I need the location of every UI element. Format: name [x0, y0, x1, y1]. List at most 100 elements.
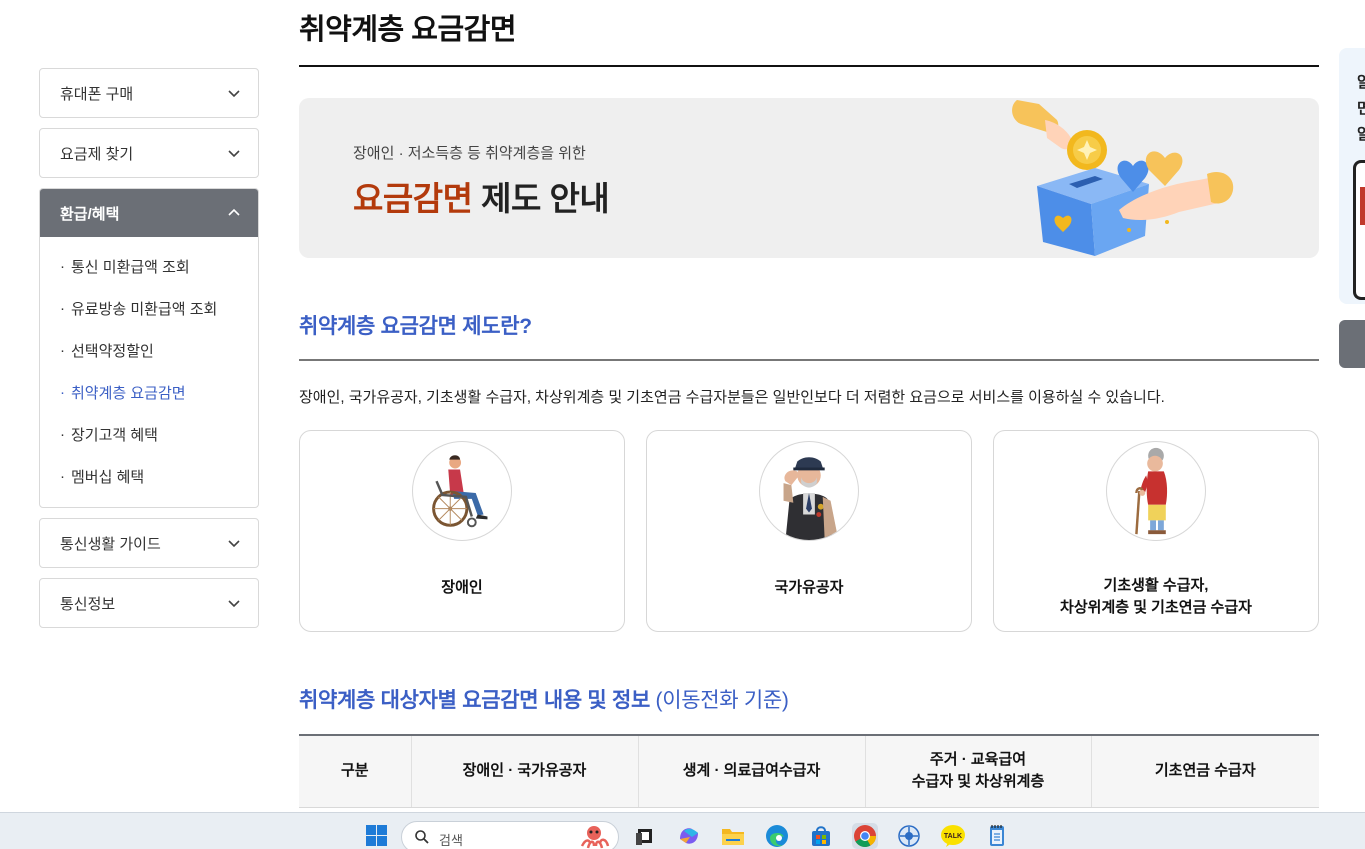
hero-banner: 장애인 · 저소득층 등 취약계층을 위한 요금감면 제도 안내	[299, 98, 1319, 258]
task-view-icon[interactable]	[632, 823, 658, 849]
kakaotalk-icon[interactable]: TALK	[940, 823, 966, 849]
sidebar-menu-label: 요금제 찾기	[60, 145, 134, 163]
sidebar-item-longterm-benefit[interactable]: · 장기고객 혜택	[40, 413, 258, 455]
sidebar-menu-label: 휴대폰 구매	[60, 85, 134, 103]
sidebar-menu-label: 통신정보	[60, 595, 116, 613]
section-title-main: 취약계층 대상자별 요금감면 내용 및 정보	[299, 689, 651, 712]
discount-table: 구분 장애인 · 국가유공자 생계 · 의료급여수급자 주거 · 교육급여수급자…	[299, 734, 1319, 808]
sidebar-menu-header-active[interactable]: 환급/혜택	[40, 189, 258, 237]
chrome-browser-icon[interactable]	[852, 823, 878, 849]
elderly-with-cane-icon	[1106, 441, 1206, 541]
copilot-icon[interactable]	[676, 823, 702, 849]
sidebar-menu-header[interactable]: 요금제 찾기	[40, 129, 258, 177]
os-taskbar: 검색 TALK	[0, 812, 1365, 849]
sidebar-menu-header[interactable]: 휴대폰 구매	[40, 69, 258, 117]
card-basic-livelihood: 기초생활 수급자, 차상위계층 및 기초연금 수급자	[993, 430, 1319, 632]
sidebar-item-vulnerable-discount[interactable]: · 취약계층 요금감면	[40, 371, 258, 413]
chevron-up-icon	[228, 208, 240, 216]
table-header-row: 구분 장애인 · 국가유공자 생계 · 의료급여수급자 주거 · 교육급여수급자…	[299, 734, 1319, 808]
edge-browser-icon[interactable]	[764, 823, 790, 849]
hero-title-highlight: 요금감면	[353, 180, 473, 217]
header-text: 구분	[340, 762, 369, 780]
sidebar-item-label: 장기고객 혜택	[71, 426, 158, 444]
bullet: ·	[60, 383, 65, 401]
sidebar-item-label: 멤버십 혜택	[71, 468, 145, 486]
sidebar-item-contract-discount[interactable]: · 선택약정할인	[40, 329, 258, 371]
card-disabled: 장애인	[299, 430, 625, 632]
table-header-cell: 장애인 · 국가유공자	[411, 734, 639, 808]
sidebar-menu-telecom-info: 통신정보	[39, 578, 259, 628]
sidebar-menu-refund-benefit: 환급/혜택 · 통신 미환급액 조회 · 유료방송 미환급액 조회 · 선택약정할인 …	[39, 188, 259, 508]
svg-text:TALK: TALK	[944, 833, 962, 840]
table-header-cell: 생계 · 의료급여수급자	[638, 734, 866, 808]
sidebar-menu-header[interactable]: 통신생활 가이드	[40, 519, 258, 567]
chevron-down-icon	[228, 600, 240, 608]
bullet: ·	[60, 467, 65, 485]
table-header-cell: 주거 · 교육급여수급자 및 차상위계층	[865, 734, 1092, 808]
section-title-note: (이동전화 기준)	[650, 689, 789, 712]
table-header-cell: 구분	[299, 734, 412, 808]
header-text: 기초연금 수급자	[1154, 762, 1256, 780]
sidebar-item-label: 유료방송 미환급액 조회	[71, 300, 218, 318]
header-text: 장애인 · 국가유공자	[462, 762, 587, 780]
search-placeholder: 검색	[439, 833, 463, 848]
bullet: ·	[60, 425, 65, 443]
search-icon	[415, 830, 429, 844]
floating-side-tab[interactable]	[1339, 320, 1365, 368]
hero-title-rest: 제도 안내	[472, 180, 610, 217]
sidebar-menu-telecom-guide: 통신생활 가이드	[39, 518, 259, 568]
beneficiary-cards: 장애인 국가유공자 기초생활 수급자, 차상위계층 및 기초연금 수급자	[299, 430, 1319, 632]
veteran-saluting-icon	[759, 441, 859, 541]
sidebar-menu-label: 통신생활 가이드	[60, 535, 161, 553]
section-intro-text: 장애인, 국가유공자, 기초생활 수급자, 차상위계층 및 기초연금 수급자분들…	[299, 389, 1165, 406]
card-label-line: 차상위계층 및 기초연금 수급자	[1060, 599, 1252, 616]
network-app-icon[interactable]	[896, 823, 922, 849]
chevron-down-icon	[228, 150, 240, 158]
sidebar-item-label: 선택약정할인	[71, 342, 154, 360]
donation-box-hands-illustration	[1012, 100, 1234, 256]
hero-subtitle: 장애인 · 저소득층 등 취약계층을 위한	[353, 145, 586, 162]
chevron-down-icon	[228, 540, 240, 548]
bullet: ·	[60, 299, 65, 317]
sidebar-item-membership-benefit[interactable]: · 멤버십 혜택	[40, 455, 258, 497]
card-label: 국가유공자	[774, 579, 844, 596]
sidebar-item-paytv-refund[interactable]: · 유료방송 미환급액 조회	[40, 287, 258, 329]
header-text: 생계 · 의료급여수급자	[682, 762, 821, 780]
sidebar-menu-phone-purchase: 휴대폰 구매	[39, 68, 259, 118]
floating-promo-card[interactable]: 알 면 알	[1339, 48, 1365, 304]
page-title: 취약계층 요금감면	[299, 14, 517, 46]
promo-text-char: 면	[1357, 100, 1365, 117]
card-veteran: 국가유공자	[646, 430, 972, 632]
section-divider	[299, 359, 1319, 361]
file-explorer-icon[interactable]	[720, 823, 746, 849]
windows-start-icon[interactable]	[366, 825, 388, 847]
phone-illustration	[1353, 160, 1365, 300]
promo-text: 알 면 알	[1357, 70, 1365, 148]
section-title-details: 취약계층 대상자별 요금감면 내용 및 정보 (이동전화 기준)	[299, 684, 789, 714]
sidebar-menu-header[interactable]: 통신정보	[40, 579, 258, 627]
card-label: 장애인	[441, 579, 483, 596]
wheelchair-person-icon	[412, 441, 512, 541]
sidebar-menu-label: 환급/혜택	[60, 205, 120, 223]
sidebar-item-telecom-refund[interactable]: · 통신 미환급액 조회	[40, 245, 258, 287]
table-header-cell: 기초연금 수급자	[1091, 734, 1319, 808]
section-title-system: 취약계층 요금감면 제도란?	[299, 315, 532, 338]
octopus-decoration-icon	[580, 826, 610, 849]
bullet: ·	[60, 257, 65, 275]
sidebar-menu-plan-search: 요금제 찾기	[39, 128, 259, 178]
sidebar-nav: 휴대폰 구매 요금제 찾기 환급/혜택 · 통신 미환급액 조회 · 유료방송 미환…	[39, 68, 259, 638]
sidebar-item-label: 취약계층 요금감면	[71, 384, 186, 402]
store-icon[interactable]	[808, 823, 834, 849]
title-divider	[299, 65, 1319, 67]
taskbar-search-box[interactable]: 검색	[401, 821, 619, 849]
sidebar-item-label: 통신 미환급액 조회	[71, 258, 190, 276]
promo-text-char: 알	[1357, 74, 1365, 91]
card-label-line: 기초생활 수급자,	[1103, 577, 1209, 594]
chevron-down-icon	[228, 90, 240, 98]
sidebar-submenu: · 통신 미환급액 조회 · 유료방송 미환급액 조회 · 선택약정할인 · 취약계층 …	[40, 237, 258, 507]
header-text: 수급자 및 차상위계층	[911, 773, 1045, 791]
bullet: ·	[60, 341, 65, 359]
header-text: 주거 · 교육급여	[929, 751, 1027, 769]
notepad-icon[interactable]	[984, 823, 1010, 849]
promo-text-char: 알	[1357, 126, 1365, 143]
